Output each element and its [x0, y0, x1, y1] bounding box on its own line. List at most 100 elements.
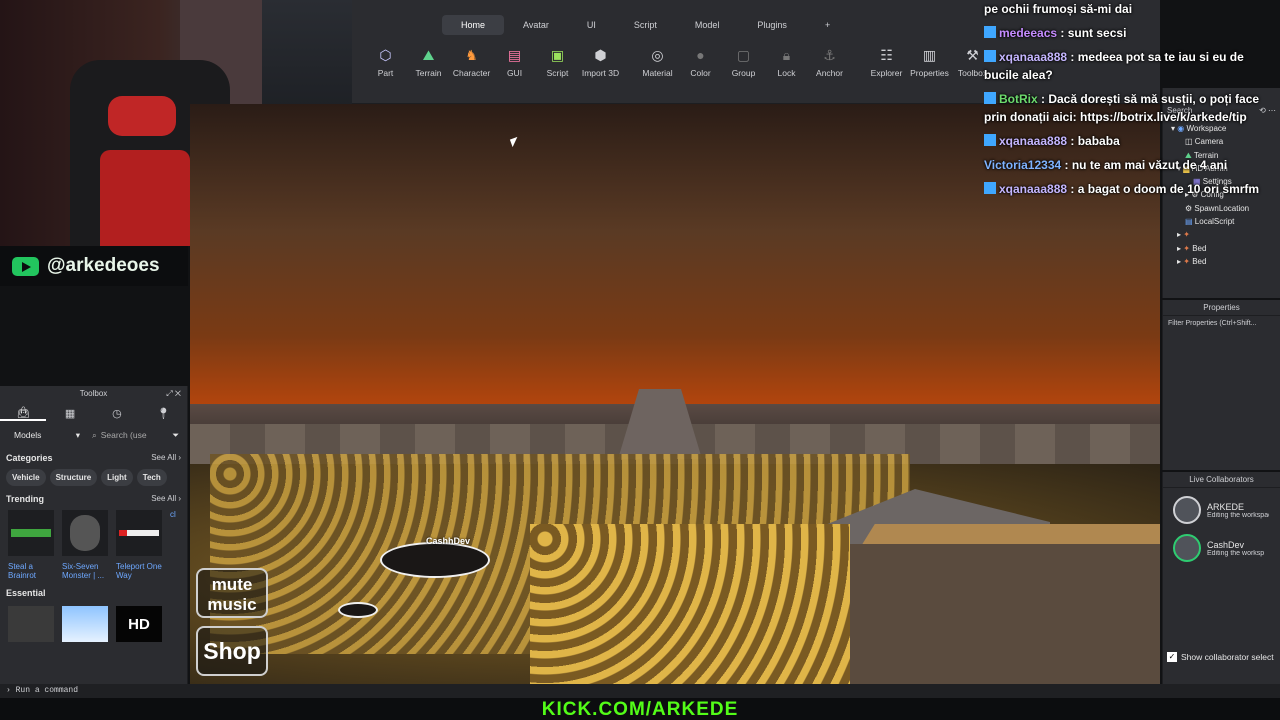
tree-item-localscript[interactable]: ▤ LocalScript [1163, 215, 1280, 228]
chip-vehicle[interactable]: Vehicle [6, 469, 46, 486]
cube-icon: ⬡ [379, 46, 392, 63]
properties-filter-input[interactable]: Filter Properties (Ctrl+Shift... [1163, 316, 1280, 331]
collaborator-item[interactable]: CashDev Editing the worksp [1163, 526, 1280, 564]
chat-message: xqanaaa888 : medeea pot sa te iau si eu … [984, 48, 1280, 84]
chip-light[interactable]: Light [101, 469, 133, 486]
tab-script[interactable]: Script [615, 15, 676, 35]
ribbon-tabs: Home Avatar UI Script Model Plugins + [442, 15, 849, 35]
pin-icon[interactable]: 📍︎ [141, 407, 187, 420]
close-icon[interactable]: ⤢ ✕ [166, 386, 181, 402]
list-item[interactable]: Steal a Brainrot [8, 510, 54, 580]
import-icon: ⬢ [594, 46, 607, 63]
bag-icon[interactable]: 👜︎ [0, 406, 47, 421]
tool-label: Character [452, 68, 491, 78]
command-bar[interactable]: › Run a command [0, 684, 1280, 698]
toolbox-tabs: 👜︎ ▦ ◷ 📍︎ [0, 402, 187, 424]
category-select[interactable]: Models ▾ [8, 430, 86, 441]
tab-add[interactable]: + [806, 15, 849, 35]
chat-message: medeeacs : sunt secsi [984, 24, 1280, 42]
chip-structure[interactable]: Structure [49, 469, 98, 486]
search-placeholder: Search (use [100, 430, 147, 440]
list-item[interactable]: cl [170, 510, 179, 580]
material-button[interactable]: ◎ Material [636, 46, 679, 79]
tool-label: Properties [910, 68, 949, 78]
list-item[interactable]: Teleport One Way [116, 510, 162, 580]
grid-icon[interactable]: ▦ [47, 407, 93, 420]
explorer-button[interactable]: ☷ Explorer [865, 46, 908, 79]
tab-ui[interactable]: UI [568, 15, 615, 35]
tool-label: Script [546, 68, 569, 78]
tab-model[interactable]: Model [676, 15, 739, 35]
tree-label: Bed [1192, 243, 1207, 253]
mute-music-button[interactable]: mute music [196, 568, 268, 618]
group-button[interactable]: ▢ Group [722, 46, 765, 79]
autumn-trees-front [530, 524, 850, 684]
toolbox-filter-row: Models ▾ ⌕ Search (use ⏷ [0, 424, 187, 447]
script-button[interactable]: ▣ Script [536, 46, 579, 79]
see-all-link[interactable]: See All › [151, 494, 181, 504]
tool-label: GUI [506, 68, 523, 78]
show-collaborator-checkbox[interactable]: ✓ Show collaborator select [1167, 652, 1274, 662]
chat-message: xqanaaa888 : a bagat o doom de 10 ori sm… [984, 180, 1280, 198]
lock-button[interactable]: 🔒︎ Lock [765, 46, 808, 79]
see-all-link[interactable]: See All › [151, 453, 181, 463]
tab-home[interactable]: Home [442, 15, 505, 35]
category-select-value: Models [14, 430, 42, 440]
essential-item[interactable] [8, 606, 54, 642]
tab-avatar[interactable]: Avatar [504, 15, 568, 35]
chair-headrest [108, 96, 176, 136]
chevron-down-icon: ▾ [75, 430, 80, 440]
chair-seat [100, 150, 190, 246]
toolbox-search-input[interactable]: ⌕ Search (use [92, 430, 166, 441]
terrain-icon: ⛰ [422, 46, 435, 63]
anchor-icon: ⚓︎ [823, 46, 836, 63]
tree-item-model[interactable]: ▸ ✦ [1163, 228, 1280, 241]
trending-list: Steal a Brainrot Six-Seven Monster | ...… [0, 508, 187, 582]
ribbon-tools: ⬡ Part ⛰ Terrain ♞ Character ▤ GUI ▣ Script ⬢… [364, 46, 994, 79]
part-button[interactable]: ⬡ Part [364, 46, 407, 79]
chat-message: pe ochii frumoși să-mi dai [984, 0, 1280, 18]
list-item[interactable]: Six-Seven Monster | ... [62, 510, 108, 580]
filter-icon[interactable]: ⏷ [172, 430, 179, 441]
badge-icon [984, 182, 996, 194]
spawn-platform[interactable] [380, 542, 490, 578]
import-3d-button[interactable]: ⬢ Import 3D [579, 46, 622, 79]
essential-item[interactable] [62, 606, 108, 642]
essential-heading: Essential [6, 588, 46, 598]
chat-text: : nu te am mai văzut de 4 ani [1061, 158, 1228, 172]
tab-plugins[interactable]: Plugins [738, 15, 806, 35]
chat-text: : sunt secsi [1057, 26, 1127, 40]
tool-label: Part [377, 68, 394, 78]
collaborators-title: Live Collaborators [1163, 472, 1280, 488]
tree-item-bed[interactable]: ▸ ✦ Bed [1163, 255, 1280, 268]
collaborator-status: Editing the worksp [1207, 549, 1265, 557]
anchor-button[interactable]: ⚓︎ Anchor [808, 46, 851, 79]
hd-admin-item[interactable]: HD [116, 606, 162, 642]
chat-user: BotRix [999, 92, 1038, 106]
chat-message: xqanaaa888 : bababa [984, 132, 1280, 150]
command-placeholder: Run a command [15, 686, 79, 695]
tool-label: Material [642, 68, 673, 78]
chat-user: Victoria12334 [984, 158, 1062, 172]
shop-button[interactable]: Shop [196, 626, 268, 676]
tree-label: SpawnLocation [1194, 203, 1250, 213]
youtube-handle: @arkedeoes [47, 255, 160, 276]
category-chips: Vehicle Structure Light Tech [0, 467, 187, 488]
material-icon: ◎ [651, 46, 664, 63]
chip-tech[interactable]: Tech [136, 469, 167, 486]
properties-title: Properties [1163, 300, 1280, 316]
color-button[interactable]: ● Color [679, 46, 722, 78]
small-platform[interactable] [338, 602, 378, 618]
tool-label: Toolbox [957, 68, 988, 78]
lock-icon: 🔒︎ [782, 46, 791, 63]
gui-button[interactable]: ▤ GUI [493, 46, 536, 79]
character-button[interactable]: ♞ Character [450, 46, 493, 79]
chat-user: xqanaaa888 [999, 50, 1068, 64]
properties-button[interactable]: ▥ Properties [908, 46, 951, 79]
gui-icon: ▤ [507, 46, 522, 63]
tree-item-bed[interactable]: ▸ ✦ Bed [1163, 242, 1280, 255]
collaborator-item[interactable]: ARKEDE Editing the workspace [1163, 488, 1280, 526]
terrain-button[interactable]: ⛰ Terrain [407, 46, 450, 79]
item-title: Steal a Brainrot [8, 562, 37, 580]
clock-icon[interactable]: ◷ [94, 407, 140, 420]
